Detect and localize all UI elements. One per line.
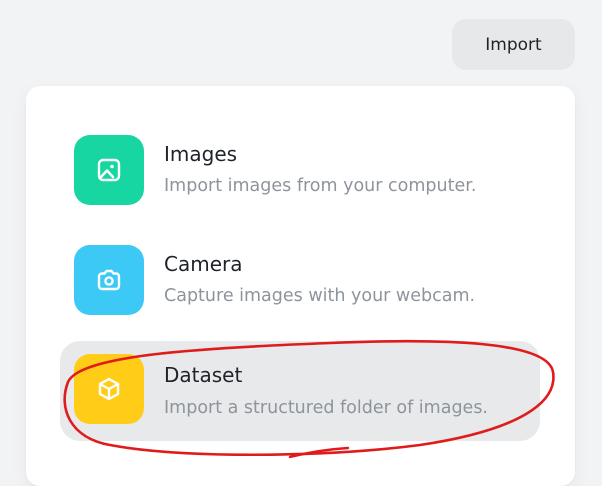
camera-icon-tile — [74, 245, 144, 315]
menu-item-description: Import images from your computer. — [164, 176, 477, 196]
menu-item-title: Images — [164, 142, 238, 166]
camera-icon — [97, 269, 121, 291]
images-icon-tile — [74, 135, 144, 205]
menu-item-dataset[interactable]: Dataset Import a structured folder of im… — [60, 341, 540, 441]
menu-item-camera[interactable]: Camera Capture images with your webcam. — [60, 224, 540, 316]
import-button[interactable]: Import — [452, 19, 575, 70]
import-menu: Images Import images from your computer.… — [26, 86, 575, 486]
dataset-icon-tile — [74, 354, 144, 424]
menu-item-title: Dataset — [164, 363, 243, 387]
menu-item-description: Capture images with your webcam. — [164, 286, 476, 306]
menu-item-description: Import a structured folder of images. — [164, 398, 488, 418]
menu-item-images[interactable]: Images Import images from your computer. — [60, 114, 540, 206]
menu-item-title: Camera — [164, 252, 243, 276]
image-icon — [97, 158, 121, 182]
box-icon — [98, 377, 120, 401]
